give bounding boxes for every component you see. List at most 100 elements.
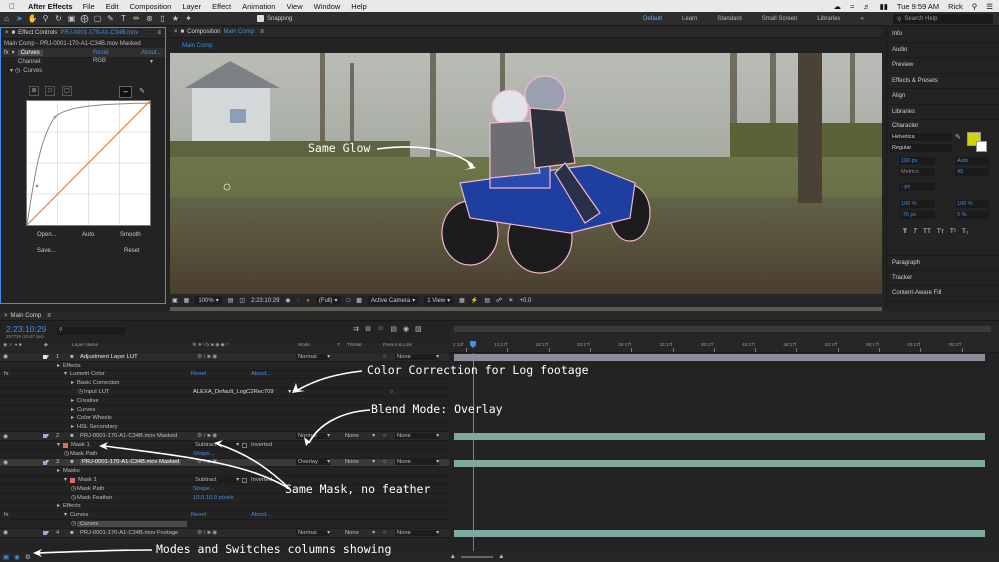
panel-info[interactable]: Info — [887, 27, 999, 43]
parent-dropdown[interactable]: None ▾ — [395, 459, 439, 466]
effect-reset-button[interactable]: Reset — [93, 50, 109, 56]
layer-mode-dropdown[interactable]: Normal ▾ — [296, 353, 330, 360]
stroke-width-field[interactable]: - px — [899, 183, 935, 191]
camera-view-dropdown[interactable]: Active Camera ▾ — [367, 296, 419, 305]
graph-editor-icon[interactable]: ▨ — [415, 325, 422, 333]
zoom-in-icon[interactable]: ▲ — [498, 553, 504, 560]
camera-tool-icon[interactable]: ▣ — [65, 13, 78, 25]
lock-icon[interactable]: ■ — [181, 29, 185, 35]
transparency-grid-icon[interactable]: ▩ — [356, 297, 362, 304]
current-time-display[interactable]: 2:23:10:29 — [251, 298, 279, 304]
panel-audio[interactable]: Audio — [887, 43, 999, 58]
app-name-menu[interactable]: After Effects — [28, 2, 73, 11]
font-style-dropdown[interactable]: Regular — [890, 144, 952, 152]
mask-color-swatch[interactable] — [70, 478, 75, 484]
menu-edit[interactable]: Edit — [106, 2, 119, 11]
snapping-checkbox[interactable] — [257, 15, 264, 22]
layer-duration-bar[interactable] — [454, 530, 985, 537]
mask-color-swatch[interactable] — [63, 443, 68, 448]
panel-align[interactable]: Align — [887, 89, 999, 105]
eye-icon[interactable]: ◉ — [3, 433, 8, 440]
motion-blur-icon[interactable]: ◉ — [403, 325, 409, 333]
toggle-pixel-aspect-icon[interactable]: ▦ — [459, 297, 465, 304]
clock[interactable]: Tue 9:59 AM — [897, 2, 939, 11]
layer-duration-bar[interactable] — [454, 433, 985, 441]
tsume-field[interactable]: 0 % — [955, 211, 989, 219]
faux-bold-button[interactable]: T — [903, 228, 907, 235]
view-layout-dropdown[interactable]: 1 View ▾ — [424, 296, 454, 305]
frame-blending-icon[interactable]: ▤ — [390, 325, 397, 333]
curves-graph[interactable] — [26, 100, 152, 226]
stopwatch-icon[interactable]: ◷ — [78, 389, 83, 395]
fx-icon[interactable]: fx — [4, 371, 9, 377]
cloud-icon[interactable]: ☁ — [834, 2, 842, 11]
layer-color-label[interactable] — [43, 460, 47, 465]
expand-arrow-icon[interactable]: ▸ — [57, 468, 60, 474]
menu-icon[interactable]: ≡ — [260, 29, 264, 35]
stopwatch-icon[interactable]: ◷ — [71, 495, 76, 501]
tracking-field[interactable]: 49 — [955, 168, 989, 176]
expand-arrow-icon[interactable]: ▾ — [10, 67, 13, 74]
parent-dropdown[interactable]: None ▾ — [395, 433, 439, 440]
expand-arrow-icon[interactable]: ▸ — [57, 503, 60, 509]
trkmat-dropdown[interactable]: None ▾ — [345, 459, 375, 465]
panel-tracker[interactable]: Tracker — [887, 271, 999, 286]
timeline-property-row[interactable]: ▸ HSL Secondary — [0, 423, 449, 433]
panel-content-aware-fill[interactable]: Content-Aware Fill — [887, 286, 999, 302]
timeline-property-row[interactable]: ◷ Mask Path Shape... — [0, 449, 449, 459]
expand-arrow-icon[interactable]: ▾ — [64, 477, 67, 483]
mask-mode-dropdown[interactable]: Subtract ▾ — [193, 477, 239, 484]
effect-name[interactable]: Lumetri Color — [70, 371, 105, 377]
snapshot-icon[interactable]: ◉ — [285, 297, 290, 304]
workspace-standard[interactable]: Standard — [717, 16, 741, 22]
timeline-zoom-slider[interactable] — [461, 555, 494, 558]
transfer-controls-toggle-icon[interactable]: ◉ — [14, 553, 20, 561]
timeline-layer-row[interactable]: ◉ ▾ 2 ■ PRJ-0001-170-A1-C34B.mov Masked ⚙ / ■… — [0, 432, 449, 441]
timeline-property-row[interactable]: ◷ Input LUT ALEXA_Default_LogC2Rec709 ▾ ○ — [0, 388, 449, 397]
parent-pickwhip-icon[interactable]: ○ — [383, 530, 387, 536]
effect-name[interactable]: Curves — [70, 512, 88, 518]
always-preview-icon[interactable]: ▣ — [172, 297, 178, 304]
expand-arrow-icon[interactable]: ▾ — [57, 442, 60, 448]
vertical-scale-field[interactable]: 100 % — [899, 200, 935, 208]
curve-size-large-button[interactable]: ▢ — [62, 86, 72, 96]
layer-name[interactable]: PRJ-0001-170-A1-C34B.mov Footage — [80, 530, 178, 536]
fx-toggle-icon[interactable]: fx — [4, 50, 9, 56]
curves-smooth-button[interactable]: Smooth — [120, 232, 141, 238]
expand-arrow-icon[interactable]: ▸ — [71, 424, 74, 430]
layer-mode-dropdown[interactable]: Normal ▾ — [296, 433, 330, 440]
show-snapshot-icon[interactable]: ◌ — [297, 298, 301, 304]
timeline-layer-row[interactable]: ◉ ▾ 3 ■ PRJ-0001-170-A1-C34B.mov Masked ⚙ / ■… — [0, 458, 449, 468]
apple-menu-icon[interactable]:  — [6, 2, 18, 11]
reset-exposure-icon[interactable]: ☀ — [508, 297, 513, 304]
stopwatch-icon[interactable]: ◷ — [71, 521, 76, 527]
menu-window[interactable]: Window — [314, 2, 341, 11]
type-tool-icon[interactable]: T — [117, 13, 130, 25]
parent-pickwhip-icon[interactable]: ○ — [383, 459, 387, 465]
horizontal-scale-field[interactable]: 100 % — [955, 200, 989, 208]
trkmat-dropdown[interactable]: None ▾ — [345, 530, 375, 536]
work-area-bar[interactable] — [454, 326, 991, 332]
grid-toggle-icon[interactable]: ▦ — [184, 297, 190, 304]
character-title[interactable]: Character — [887, 120, 999, 132]
expand-arrow-icon[interactable]: ▸ — [57, 363, 60, 369]
lock-icon[interactable]: ■ — [12, 30, 16, 36]
column-layer-name[interactable]: Layer Name — [72, 343, 98, 348]
menu-layer[interactable]: Layer — [182, 2, 201, 11]
current-time[interactable]: 2:23:10:29 — [6, 324, 46, 334]
workspace-default[interactable]: Default — [643, 16, 662, 22]
roto-brush-tool-icon[interactable]: ★ — [169, 13, 182, 25]
rectangle-tool-icon[interactable]: ▢ — [91, 13, 104, 25]
layer-duration-bar[interactable] — [454, 459, 985, 467]
panel-preview[interactable]: Preview — [887, 58, 999, 74]
composition-viewer[interactable] — [170, 53, 882, 320]
expand-arrow-icon[interactable]: ▾ — [64, 371, 67, 377]
mask-inverted-checkbox[interactable] — [242, 443, 247, 448]
layer-color-label[interactable] — [43, 434, 47, 439]
layer-switches-toggle-icon[interactable]: ▣ — [3, 553, 9, 561]
composition-tab-name[interactable]: Main Comp — [224, 29, 255, 35]
search-help-input[interactable]: ⚲ Search Help — [893, 14, 993, 24]
stopwatch-icon[interactable]: ◷ — [15, 67, 20, 74]
spotlight-icon[interactable]: ⚲ — [972, 2, 978, 11]
brush-tool-icon[interactable]: ✏ — [130, 13, 143, 25]
